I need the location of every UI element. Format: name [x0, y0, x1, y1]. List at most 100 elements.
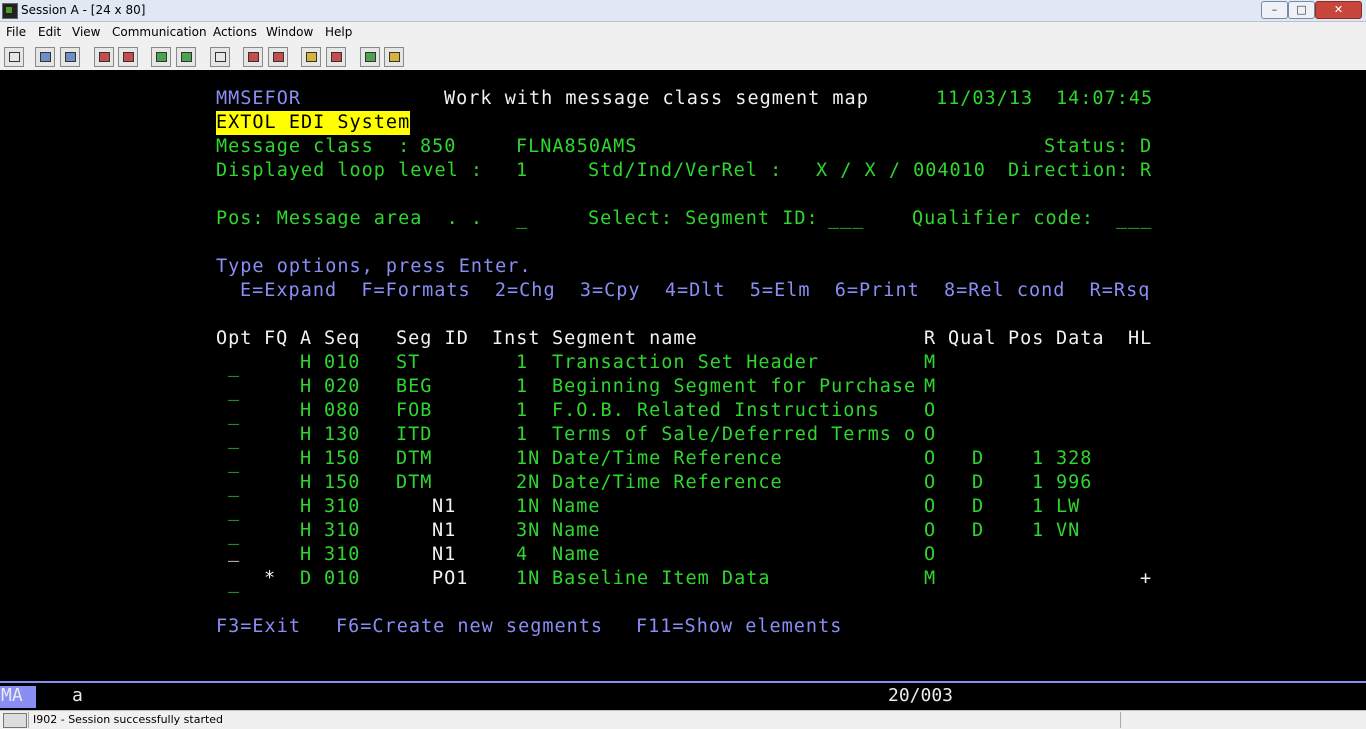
- row-segment-name: F.O.B. Related Instructions: [552, 400, 880, 421]
- row-inst: 1: [516, 424, 529, 445]
- row-seq: 310: [324, 544, 361, 565]
- menu-bar: File Edit View Communication Actions Win…: [0, 22, 1366, 42]
- globe-icon[interactable]: [360, 47, 380, 67]
- row-r: M: [924, 352, 937, 373]
- table-row: _ H 310 N1 1N Name O D 1 LW: [0, 495, 1366, 521]
- row-segment-name: Name: [552, 496, 601, 517]
- f6-create-key[interactable]: F6=Create new segments: [336, 615, 603, 639]
- cursor-position: 20/003: [888, 685, 954, 706]
- play-macro-icon[interactable]: [268, 47, 288, 67]
- stop-icon[interactable]: [326, 47, 346, 67]
- row-inst: 3N: [516, 520, 541, 541]
- row-inst: 2N: [516, 472, 541, 493]
- qualifier-code-label: Qualifier code:: [912, 208, 1095, 229]
- record-macro-icon[interactable]: [243, 47, 263, 67]
- row-qual: D: [972, 448, 985, 469]
- row-r: M: [924, 376, 937, 397]
- message-class-name: FLNA850AMS: [516, 136, 638, 157]
- direction-value: R: [1140, 160, 1153, 181]
- close-button[interactable]: ✕: [1315, 1, 1362, 19]
- table-row: _ H 310 N1 3N Name O D 1 VN: [0, 519, 1366, 545]
- table-row: _ H 130 ITD 1 Terms of Sale/Deferred Ter…: [0, 423, 1366, 449]
- table-row: _ * D 010 PO1 1N Baseline Item Data M +: [0, 567, 1366, 593]
- menu-edit[interactable]: Edit: [38, 25, 61, 39]
- row-r: O: [924, 544, 937, 565]
- screen-title: Work with message class segment map: [444, 88, 869, 109]
- run-icon[interactable]: [301, 47, 321, 67]
- col-inst: Inst: [492, 328, 541, 349]
- menu-file[interactable]: File: [6, 25, 26, 39]
- row-segment-name: Transaction Set Header: [552, 352, 820, 373]
- receive-icon[interactable]: [118, 47, 138, 67]
- row-a: H: [300, 496, 313, 517]
- print-screen-icon[interactable]: [4, 47, 24, 67]
- col-r: R: [924, 328, 937, 349]
- row-data: 996: [1056, 472, 1093, 493]
- more-indicator: +: [1140, 568, 1153, 589]
- row-qual: D: [972, 472, 985, 493]
- row-seq: 130: [324, 424, 361, 445]
- menu-view[interactable]: View: [72, 25, 100, 39]
- row-pos: 1: [1032, 472, 1045, 493]
- instructions-text: Type options, press Enter.: [216, 256, 532, 277]
- f11-show-elements-key[interactable]: F11=Show elements: [636, 615, 842, 639]
- col-data: Data: [1056, 328, 1105, 349]
- row-segment-name: Name: [552, 544, 601, 565]
- row-a: H: [300, 544, 313, 565]
- row-qual: D: [972, 496, 985, 517]
- row-pos: 1: [1032, 496, 1045, 517]
- row-pos: 1: [1032, 448, 1045, 469]
- menu-help[interactable]: Help: [325, 25, 352, 39]
- terminal-screen[interactable]: MMSEFOR Work with message class segment …: [0, 70, 1366, 710]
- opt-input[interactable]: _: [228, 571, 240, 595]
- row-a: H: [300, 472, 313, 493]
- menu-actions[interactable]: Actions: [213, 25, 257, 39]
- message-class-value: 850: [420, 136, 457, 157]
- f3-exit-key[interactable]: F3=Exit: [216, 615, 301, 639]
- display-icon[interactable]: [151, 47, 171, 67]
- row-data: 328: [1056, 448, 1093, 469]
- oia-mode: MA: [1, 685, 23, 706]
- row-segment-name: Date/Time Reference: [552, 448, 783, 469]
- status-message: I902 - Session successfully started: [33, 713, 224, 726]
- row-seq: 310: [324, 496, 361, 517]
- table-row: _ H 010 ST 1 Transaction Set Header M: [0, 351, 1366, 377]
- minimize-button[interactable]: –: [1261, 1, 1288, 19]
- paste-icon[interactable]: [60, 47, 80, 67]
- std-ind-verrel-label: Std/Ind/VerRel :: [588, 160, 783, 181]
- clipboard-icon[interactable]: [384, 47, 404, 67]
- qualifier-code-input[interactable]: ___: [1116, 207, 1152, 231]
- position-input[interactable]: _: [516, 207, 528, 231]
- row-inst: 1N: [516, 496, 541, 517]
- copy-icon[interactable]: [35, 47, 55, 67]
- segment-id-input[interactable]: ___: [828, 207, 864, 231]
- opt-input-cursor[interactable]: _: [228, 540, 240, 564]
- send-icon[interactable]: [94, 47, 114, 67]
- row-seq: 010: [324, 568, 361, 589]
- row-inst: 1N: [516, 568, 541, 589]
- macro-icon[interactable]: [210, 47, 230, 67]
- menu-communication[interactable]: Communication: [112, 25, 207, 39]
- row-seg-id: BEG: [396, 376, 433, 397]
- row-segment-name: Baseline Item Data: [552, 568, 771, 589]
- col-seq: Seq: [324, 328, 361, 349]
- row-inst: 4: [516, 544, 529, 565]
- row-inst: 1N: [516, 448, 541, 469]
- row-r: O: [924, 496, 937, 517]
- select-segment-label: Select: Segment ID:: [588, 208, 819, 229]
- position-label: Pos: Message area . .: [216, 208, 484, 229]
- status-label: Status:: [1044, 136, 1129, 157]
- keypad-icon[interactable]: [176, 47, 196, 67]
- message-class-label: Message class :: [216, 136, 411, 157]
- menu-window[interactable]: Window: [266, 25, 313, 39]
- status-divider: [28, 712, 29, 728]
- row-fq: *: [264, 568, 277, 589]
- maximize-button[interactable]: □: [1288, 1, 1315, 19]
- row-pos: 1: [1032, 520, 1045, 541]
- row-seg-id: DTM: [396, 472, 433, 493]
- row-r: O: [924, 472, 937, 493]
- col-segment-name: Segment name: [552, 328, 698, 349]
- row-a: H: [300, 400, 313, 421]
- status-divider-right: [1120, 712, 1121, 728]
- row-segment-name: Terms of Sale/Deferred Terms o: [552, 424, 917, 445]
